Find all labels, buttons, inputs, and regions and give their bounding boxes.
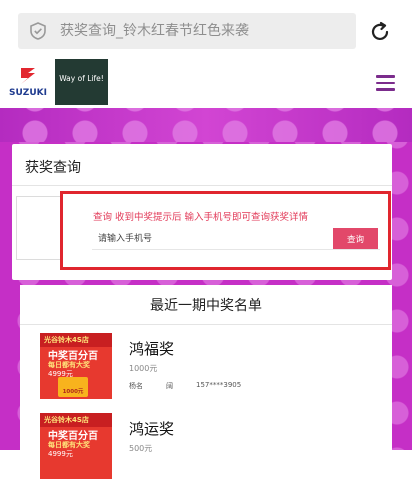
thumb-line: 光谷铃木4S店	[44, 336, 89, 344]
query-button[interactable]: 查询	[333, 228, 378, 249]
prize-name: 鸿福奖	[129, 340, 175, 358]
winners-list-card: 最近一期中奖名单 光谷铃木4S店 中奖百分百 每日都有大奖 4999元 1000…	[20, 285, 392, 479]
query-form-highlight: 查询 收到中奖提示后 输入手机号即可查询获奖详情 查询	[60, 191, 391, 270]
menu-icon[interactable]	[376, 75, 395, 91]
suzuki-logo[interactable]: SUZUKI	[6, 64, 50, 102]
thumb-line: 光谷铃木4S店	[44, 416, 89, 424]
promo-banner-dots	[0, 108, 412, 142]
tagline-text: Way of Life!	[59, 74, 104, 83]
winner-name: 杨名	[129, 382, 143, 390]
list-item[interactable]: 光谷铃木4S店 中奖百分百 每日都有大奖 4999元 鸿运奖 500元	[20, 405, 392, 479]
browser-toolbar: 获奖查询_铃木红春节红色来袭	[0, 0, 412, 58]
list-item[interactable]: 光谷铃木4S店 中奖百分百 每日都有大奖 4999元 1000元 鸿福奖 100…	[20, 325, 392, 403]
suzuki-logo-icon	[21, 68, 35, 84]
thumb-value: 1000元	[62, 389, 84, 395]
input-underline	[92, 249, 380, 250]
divider	[12, 185, 392, 186]
prize-name: 鸿运奖	[129, 420, 175, 438]
thumb-line: 4999元	[48, 450, 73, 458]
query-hint: 查询 收到中奖提示后 输入手机号即可查询获奖详情	[93, 212, 309, 223]
winners-title: 最近一期中奖名单	[150, 298, 262, 314]
brand-name: SUZUKI	[9, 88, 47, 98]
reload-icon[interactable]	[368, 20, 392, 44]
phone-input[interactable]	[92, 228, 335, 249]
shield-icon	[30, 22, 46, 40]
prize-amount: 1000元	[129, 364, 158, 373]
prize-thumbnail: 光谷铃木4S店 中奖百分百 每日都有大奖 4999元	[40, 413, 112, 479]
query-title: 获奖查询	[25, 160, 81, 176]
url-text: 获奖查询_铃木红春节红色来袭	[60, 23, 249, 39]
address-bar[interactable]: 获奖查询_铃木红春节红色来袭	[18, 13, 356, 49]
winner-extra: 阔	[166, 382, 173, 390]
winner-phone: 157****3905	[196, 381, 242, 389]
tagline-badge: Way of Life!	[55, 59, 108, 105]
prize-thumbnail: 光谷铃木4S店 中奖百分百 每日都有大奖 4999元 1000元	[40, 333, 112, 399]
prize-amount: 500元	[129, 444, 153, 453]
thumb-gift-card: 1000元	[58, 377, 88, 397]
site-header: SUZUKI Way of Life!	[0, 58, 412, 108]
